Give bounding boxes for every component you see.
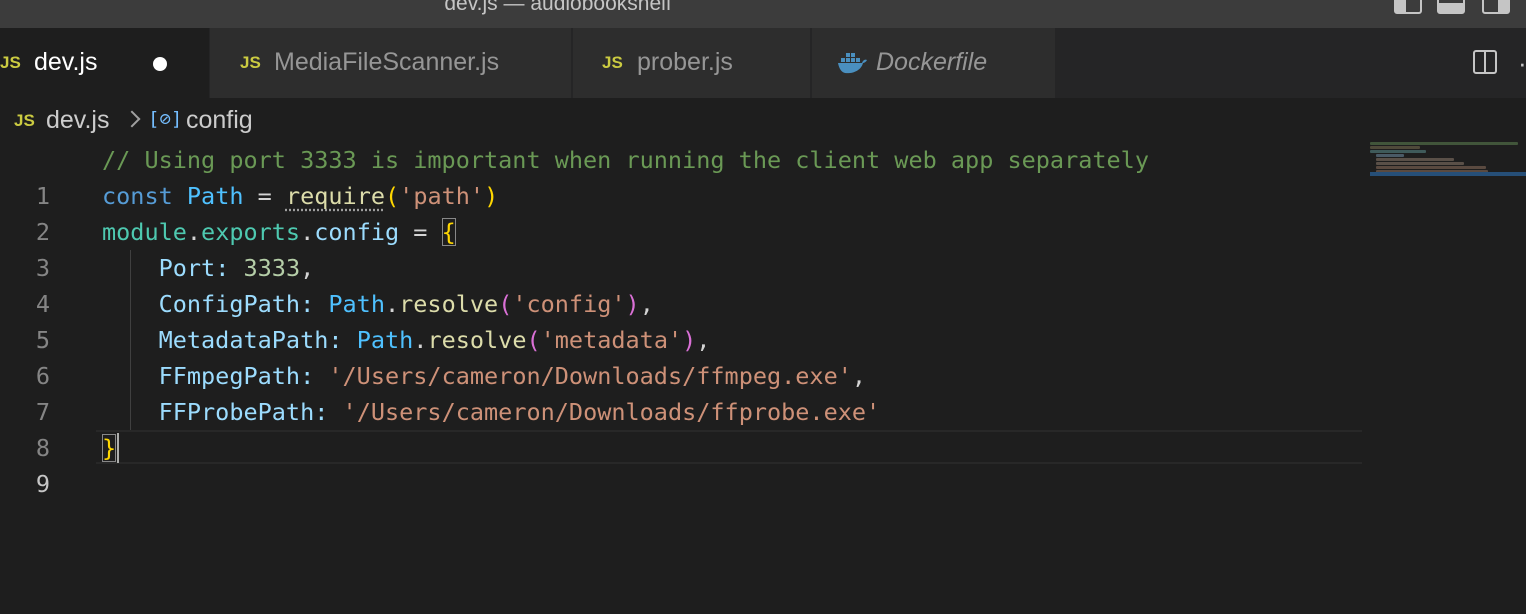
js-file-icon: JS (602, 53, 623, 72)
token-key: Port (158, 254, 216, 282)
token-function: resolve (427, 326, 527, 354)
token-punctuation: : (215, 254, 230, 282)
editor-tab-bar: JS dev.js JS MediaFileScanner.js JS prob… (0, 28, 1526, 98)
code-line-8: 8 FFProbePath: '/Users/cameron/Downloads… (0, 394, 1362, 462)
code-line-5: 5 ConfigPath: Path.resolve('config'), (0, 286, 1362, 354)
code-line-2: 2 const Path = require('path') (0, 178, 1362, 246)
code-line-6: 6 MetadataPath: Path.resolve('metadata')… (0, 322, 1362, 390)
title-bar: dev.js — audiobookshelf (0, 0, 1526, 28)
minimap-line (1376, 162, 1464, 165)
breadcrumb-file[interactable]: dev.js (46, 106, 109, 135)
token-punctuation: : (300, 362, 315, 390)
token-punctuation: , (300, 254, 315, 282)
token-bracket-matched: { (441, 218, 456, 246)
toggle-secondary-sidebar-icon[interactable] (1482, 0, 1510, 14)
token-object: module (102, 218, 187, 246)
token-string: 'config' (512, 290, 626, 318)
minimap[interactable] (1370, 142, 1526, 182)
code-line-9: 9 } (0, 430, 1362, 498)
token-bracket-matched: } (102, 434, 117, 462)
token-key: ConfigPath (158, 290, 301, 318)
minimap-line (1370, 142, 1518, 145)
comment: // Using port 3333 is important when run… (102, 146, 1149, 174)
tab-label: dev.js (34, 48, 98, 76)
code-editor[interactable]: 1 // Using port 3333 is important when r… (0, 142, 1362, 614)
tab-mediafilescanner-js[interactable]: JS MediaFileScanner.js (210, 28, 572, 98)
minimap-line (1370, 146, 1420, 149)
minimap-current-line (1370, 172, 1526, 176)
tab-dev-js[interactable]: JS dev.js (0, 28, 210, 98)
js-file-icon: JS (14, 111, 35, 130)
minimap-line (1376, 154, 1404, 157)
token-bracket: ( (385, 182, 400, 210)
token-punctuation: , (696, 326, 711, 354)
token-punctuation: : (314, 398, 329, 426)
token-punctuation: : (328, 326, 343, 354)
token-property: config (314, 218, 400, 246)
token-string: '/Users/cameron/Downloads/ffprobe.exe' (342, 398, 881, 426)
token-string: 'path' (399, 182, 485, 210)
toggle-panel-icon[interactable] (1437, 0, 1465, 14)
docker-icon (836, 50, 868, 81)
token-function: require (285, 182, 386, 210)
token-keyword: const (102, 182, 173, 210)
toggle-primary-sidebar-icon[interactable] (1394, 0, 1422, 14)
tab-dockerfile[interactable]: Dockerfile (812, 28, 1056, 98)
token-key: MetadataPath (158, 326, 329, 354)
token-bracket: ( (498, 290, 513, 318)
tab-label: MediaFileScanner.js (274, 48, 500, 76)
token-number: 3333 (243, 254, 301, 282)
tab-label: Dockerfile (876, 48, 988, 76)
minimap-line (1370, 150, 1426, 153)
minimap-line (1376, 166, 1486, 169)
code-line-4: 4 Port: 3333, (0, 250, 1362, 318)
js-file-icon: JS (0, 53, 21, 72)
token-punctuation: , (639, 290, 654, 318)
token-operator: = (257, 182, 272, 210)
code-line-1: 1 // Using port 3333 is important when r… (0, 142, 1362, 210)
token-bracket: ) (484, 182, 499, 210)
token-string: 'metadata' (540, 326, 683, 354)
window-title: dev.js — audiobookshelf (444, 0, 672, 15)
tab-prober-js[interactable]: JS prober.js (573, 28, 811, 98)
token-variable: Path (356, 326, 414, 354)
js-file-icon: JS (240, 53, 261, 72)
token-punctuation: , (851, 362, 867, 390)
token-property: exports (201, 218, 301, 246)
token-function: resolve (399, 290, 499, 318)
more-actions-icon[interactable]: · (1518, 48, 1526, 79)
tab-label: prober.js (637, 48, 733, 76)
line-number: 9 (35, 470, 50, 498)
minimap-line (1376, 158, 1454, 161)
text-cursor (117, 433, 119, 463)
token-bracket: ) (682, 326, 697, 354)
variable-symbol-icon: [⊘] (148, 108, 183, 130)
token-punctuation: . (413, 326, 428, 354)
token-punctuation: . (300, 218, 315, 246)
token-punctuation: . (186, 218, 202, 246)
chevron-right-icon (123, 110, 141, 128)
code-line-3: 3 module.exports.config = { (0, 214, 1362, 282)
split-editor-icon[interactable] (1473, 50, 1497, 74)
code-line-7: 7 FFmpegPath: '/Users/cameron/Downloads/… (0, 358, 1362, 426)
token-string: '/Users/cameron/Downloads/ffmpeg.exe' (328, 362, 852, 390)
token-operator: = (413, 218, 428, 246)
unsaved-changes-dot-icon[interactable] (153, 57, 167, 71)
token-variable: Path (186, 182, 244, 210)
token-punctuation: . (384, 290, 400, 318)
token-bracket: ) (625, 290, 640, 318)
token-key: FFProbePath (158, 398, 315, 426)
token-variable: Path (328, 290, 385, 318)
token-punctuation: : (300, 290, 315, 318)
token-key: FFmpegPath (158, 362, 301, 390)
token-bracket: ( (526, 326, 541, 354)
breadcrumb-symbol[interactable]: config (186, 106, 253, 135)
breadcrumb: JS dev.js [⊘] config (0, 98, 1526, 142)
